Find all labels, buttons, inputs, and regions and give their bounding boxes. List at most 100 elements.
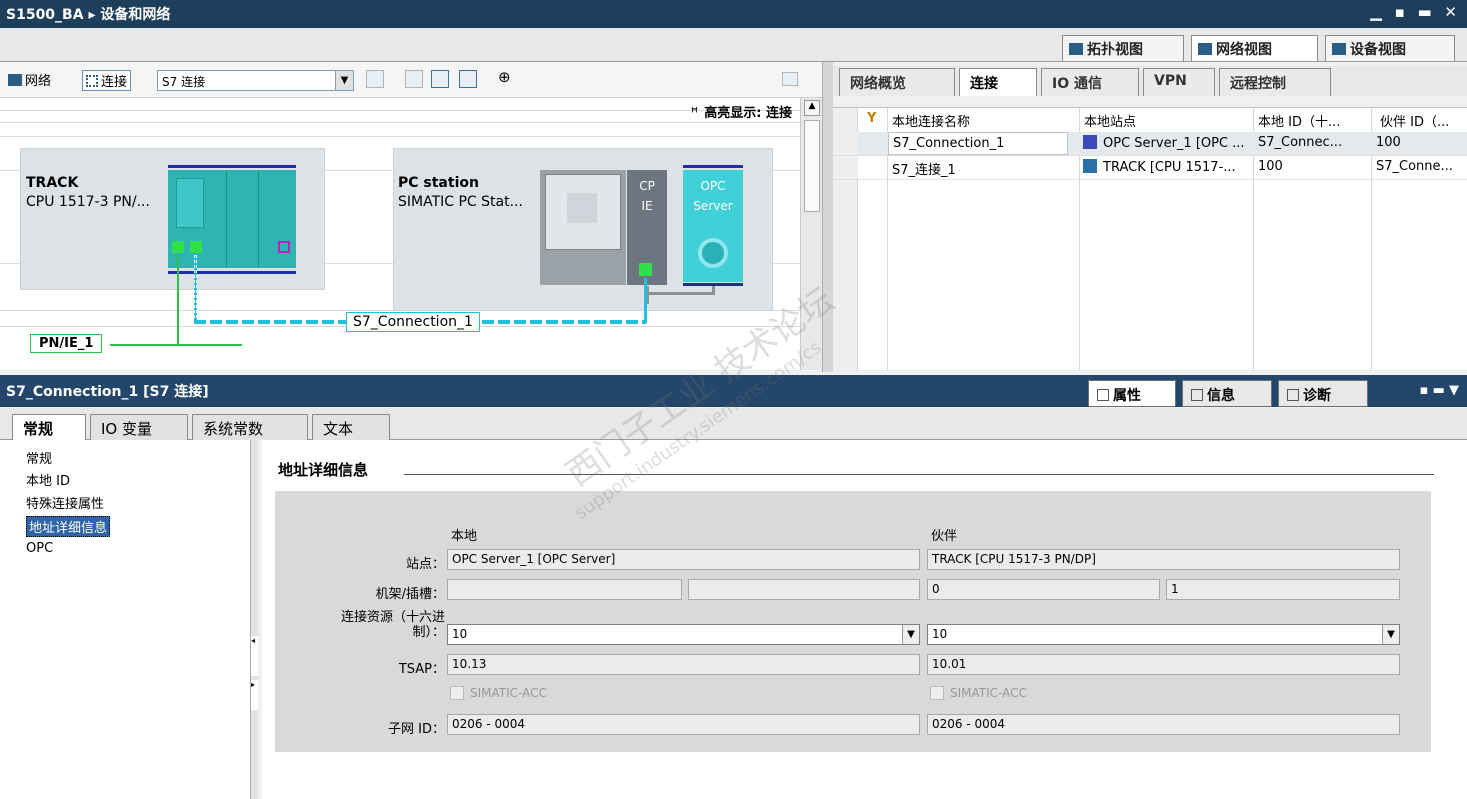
network-icon xyxy=(8,74,22,86)
profinet-port[interactable] xyxy=(172,241,184,253)
topology-icon xyxy=(1069,43,1083,55)
connection-name[interactable]: S7_Connection_1 xyxy=(888,132,1068,155)
device-type: CPU 1517-3 PN/... xyxy=(26,194,150,210)
local-simatic-acc-checkbox[interactable] xyxy=(450,686,464,700)
nav-item-special-properties[interactable]: 特殊连接属性 xyxy=(26,493,104,512)
local-header: 本地 xyxy=(451,529,478,544)
grid-view-icon[interactable] xyxy=(431,70,449,88)
checkbox-label: SIMATIC-ACC xyxy=(950,686,1027,700)
partner-resource-select[interactable]: 10 ▼ xyxy=(927,624,1400,645)
table-view-icon[interactable] xyxy=(459,70,477,88)
partner-simatic-acc-checkbox[interactable] xyxy=(930,686,944,700)
network-button[interactable]: 网络 xyxy=(8,70,51,89)
tab-topology-view[interactable]: 拓扑视图 xyxy=(1062,35,1184,61)
subnet-line[interactable] xyxy=(110,344,242,346)
expand-icon[interactable]: ▸ xyxy=(251,680,258,710)
scroll-up-icon[interactable]: ▲ xyxy=(804,100,820,116)
nav-item-local-id[interactable]: 本地 ID xyxy=(26,470,70,489)
s7-connection-line[interactable] xyxy=(194,255,197,323)
tsap-label: TSAP： xyxy=(398,662,445,677)
right-tab-bar: 网络概览 连接 IO 通信 VPN 远程控制 xyxy=(833,66,1467,96)
scroll-thumb[interactable] xyxy=(804,120,820,212)
highlight-label: ꟸ 高亮显示: 连接 xyxy=(690,106,792,121)
filter-icon[interactable]: Y xyxy=(863,108,880,130)
device-icon xyxy=(1332,43,1346,55)
column-header[interactable]: 本地站点 xyxy=(1080,108,1140,130)
table-row[interactable]: S7_连接_1 TRACK [CPU 1517-... 100 S7_Conne… xyxy=(833,156,1467,180)
pin-icon[interactable]: ꟸ xyxy=(691,106,699,121)
tab-properties[interactable]: 属性 xyxy=(1088,380,1176,407)
table-row[interactable]: S7_Connection_1 OPC Server_1 [OPC ... S7… xyxy=(833,132,1467,156)
plc-display xyxy=(176,178,204,228)
tab-io-tags[interactable]: IO 变量 xyxy=(90,414,188,440)
tab-device-view[interactable]: 设备视图 xyxy=(1325,35,1455,61)
tab-connections[interactable]: 连接 xyxy=(959,68,1037,96)
local-tsap-field: 10.13 xyxy=(447,654,920,675)
rail-top xyxy=(683,165,743,168)
column-header[interactable]: 伙伴 ID（... xyxy=(1376,108,1453,130)
tab-system-constants[interactable]: 系统常数 xyxy=(192,414,308,440)
network-icon xyxy=(1198,43,1212,55)
tab-io-communication[interactable]: IO 通信 xyxy=(1041,68,1139,96)
property-tab-bar: 常规 IO 变量 系统常数 文本 xyxy=(0,408,1467,440)
cp-port[interactable] xyxy=(639,263,652,276)
connect-icon xyxy=(86,75,98,87)
page-title: 设备和网络 xyxy=(100,7,171,23)
rail-bottom xyxy=(168,271,296,274)
zoom-icon[interactable]: ⊕ xyxy=(498,68,511,86)
tab-network-view[interactable]: 网络视图 xyxy=(1191,35,1318,61)
tab-texts[interactable]: 文本 xyxy=(312,414,390,440)
column-header[interactable]: 本地连接名称 xyxy=(888,108,974,130)
window-controls[interactable]: ▁ ▪ ▬ ✕ xyxy=(1370,3,1461,21)
device-name: TRACK xyxy=(26,175,79,191)
profinet-port-2[interactable] xyxy=(190,241,202,253)
nav-splitter[interactable]: ◂ ▸ xyxy=(250,440,258,799)
column-header[interactable]: 本地 ID（十... xyxy=(1254,108,1344,130)
local-rack-field xyxy=(447,579,682,600)
panel-controls[interactable]: ▪ ▬ ▼ xyxy=(1420,383,1459,398)
split-icon[interactable] xyxy=(782,72,798,86)
opc-icon xyxy=(1083,135,1097,149)
tab-remote-control[interactable]: 远程控制 xyxy=(1219,68,1331,96)
nav-item-general[interactable]: 常规 xyxy=(26,448,52,467)
vertical-splitter[interactable] xyxy=(822,62,833,372)
name-toggle-icon[interactable] xyxy=(366,70,384,88)
network-canvas[interactable]: ꟸ 高亮显示: 连接 TRACK CPU 1517-3 PN/... PC sta… xyxy=(0,98,800,370)
connection-type-select[interactable]: S7 连接 ▼ xyxy=(157,70,354,91)
collapse-icon[interactable]: ◂ xyxy=(251,636,258,676)
section-title: 地址详细信息 xyxy=(278,461,369,479)
partner-tsap-field: 10.01 xyxy=(927,654,1400,675)
inspector-title: S7_Connection_1 [S7 连接] xyxy=(6,384,209,400)
connection-label[interactable]: S7_Connection_1 xyxy=(346,312,480,332)
nav-item-address-details[interactable]: 地址详细信息 xyxy=(26,516,111,537)
info-icon xyxy=(1191,389,1203,401)
tab-diagnostics[interactable]: 诊断 xyxy=(1278,380,1368,407)
port-3[interactable] xyxy=(278,241,290,253)
partner-slot-field: 1 xyxy=(1166,579,1400,600)
plc-icon xyxy=(1083,159,1097,173)
partner-subnet-field: 0206 - 0004 xyxy=(927,714,1400,735)
s7-connection-line[interactable] xyxy=(644,278,647,323)
local-slot-field xyxy=(688,579,920,600)
subnet-label[interactable]: PN/IE_1 xyxy=(30,334,103,353)
tab-general[interactable]: 常规 xyxy=(12,414,86,440)
tab-network-overview[interactable]: 网络概览 xyxy=(839,68,955,96)
nav-item-opc[interactable]: OPC xyxy=(26,541,53,556)
connections-table: Y 本地连接名称 本地站点 本地 ID（十... 伙伴 ID（... S7_Co… xyxy=(833,107,1467,371)
tab-vpn[interactable]: VPN xyxy=(1143,68,1215,96)
property-content: 地址详细信息 本地 伙伴 站点： OPC Server_1 [OPC Serve… xyxy=(262,440,1467,799)
project-name[interactable]: S1500_BA xyxy=(6,7,84,23)
connection-resource-label: 连接资源（十六进 制）： xyxy=(340,610,445,640)
connect-button[interactable]: 连接 xyxy=(82,70,132,91)
local-subnet-field: 0206 - 0004 xyxy=(447,714,920,735)
canvas-scrollbar[interactable]: ▲ xyxy=(800,98,822,370)
network-overview-icon[interactable] xyxy=(405,70,423,88)
monitor-icon xyxy=(567,193,597,223)
inspector-bar: S7_Connection_1 [S7 连接] 属性 信息 诊断 ▪ ▬ ▼ xyxy=(0,375,1467,407)
chevron-down-icon: ▼ xyxy=(335,71,353,90)
tab-info[interactable]: 信息 xyxy=(1182,380,1272,407)
title-bar: S1500_BA ▸ 设备和网络 ▁ ▪ ▬ ✕ xyxy=(0,0,1467,28)
property-nav: 常规 本地 ID 特殊连接属性 地址详细信息 OPC ◂ ▸ xyxy=(0,440,258,799)
partner-header: 伙伴 xyxy=(931,529,958,544)
local-resource-select[interactable]: 10 ▼ xyxy=(447,624,920,645)
